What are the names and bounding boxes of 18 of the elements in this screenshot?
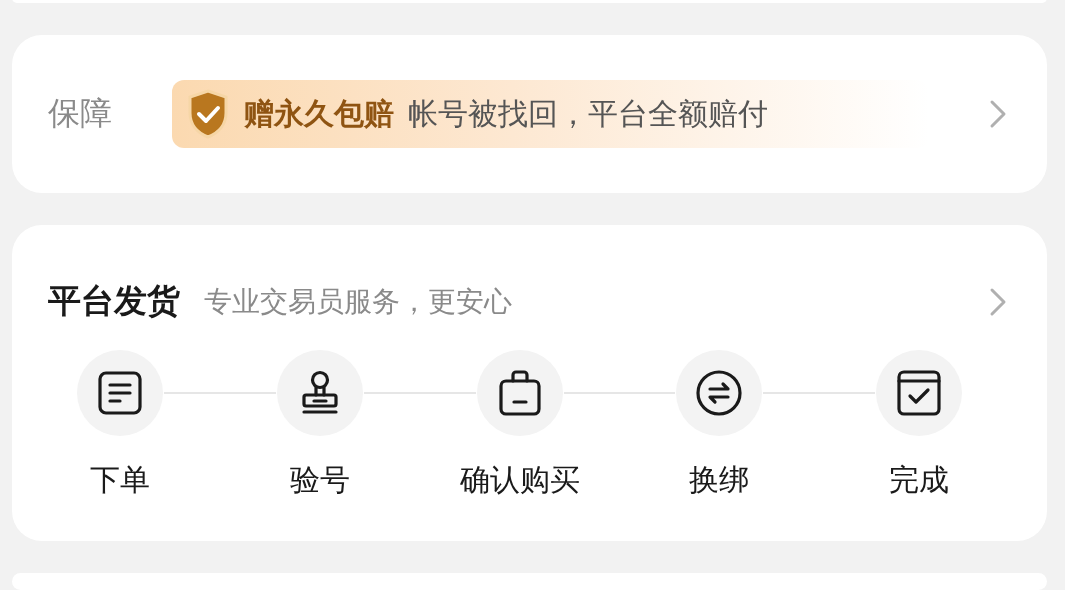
shield-check-icon — [186, 89, 230, 140]
step-label: 验号 — [289, 461, 350, 500]
step-label: 确认购买 — [459, 461, 580, 500]
swap-icon — [695, 369, 744, 418]
stamp-icon — [299, 370, 340, 417]
document-icon — [97, 370, 143, 417]
chevron-right-icon[interactable] — [989, 99, 1007, 130]
step-label: 完成 — [889, 461, 949, 500]
banner-text: 帐号被找回，平台全额赔付 — [408, 94, 768, 133]
step-label: 下单 — [90, 461, 150, 500]
bag-icon — [497, 369, 542, 418]
section-title: 平台发货 — [48, 280, 180, 323]
guarantee-label: 保障 — [48, 93, 112, 135]
step-label: 换绑 — [689, 461, 750, 500]
banner-title: 赠永久包赔 — [244, 94, 394, 133]
chevron-right-icon[interactable] — [989, 286, 1007, 317]
section-subtitle: 专业交易员服务，更安心 — [204, 283, 513, 320]
checkbox-icon — [896, 369, 942, 418]
